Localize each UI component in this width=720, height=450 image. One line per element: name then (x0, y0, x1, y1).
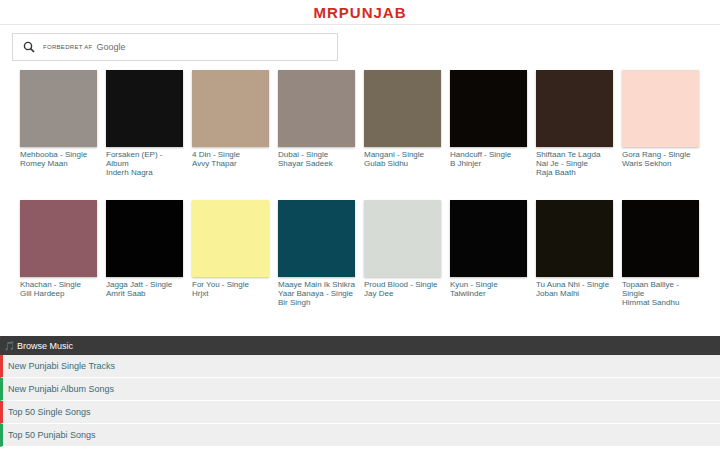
album-title[interactable]: Mehbooba - Single (20, 150, 97, 159)
music-icon: 🎵 (4, 341, 15, 351)
album-cover[interactable] (278, 70, 355, 147)
album-title[interactable]: Kyun - Single (450, 280, 527, 289)
album-title[interactable]: Jagga Jatt - Single (106, 280, 183, 289)
album-artist[interactable]: B Jhinjer (450, 159, 527, 168)
album-title[interactable]: Topaan Balliye - Single (622, 280, 699, 298)
album-cover[interactable] (364, 200, 441, 277)
browse-link-label[interactable]: Top 50 Punjabi Songs (8, 430, 96, 440)
browse-link[interactable]: Top 50 Punjabi Songs (0, 424, 720, 447)
album-grid: Mehbooba - SingleRomey MaanForsaken (EP)… (0, 61, 720, 330)
album-cover[interactable] (536, 200, 613, 277)
browse-link[interactable]: Top 50 Single Songs (0, 401, 720, 424)
site-logo[interactable]: MRPUNJAB (313, 4, 406, 21)
album-artist[interactable]: Raja Baath (536, 168, 613, 177)
album-card[interactable]: Handcuff - SingleB Jhinjer (450, 70, 527, 200)
album-card[interactable]: Proud Blood - SingleJay Dee (364, 200, 441, 330)
album-cover[interactable] (20, 200, 97, 277)
album-cover[interactable] (106, 200, 183, 277)
album-card[interactable]: Maaye Main Ik Shikra Yaar Banaya - Singl… (278, 200, 355, 330)
album-title[interactable]: Maaye Main Ik Shikra Yaar Banaya - Singl… (278, 280, 355, 298)
album-card[interactable]: Kyun - SingleTalwiinder (450, 200, 527, 330)
search-brand: Google (97, 42, 126, 52)
browse-title: Browse Music (17, 341, 73, 351)
album-card[interactable]: 4 Din - SingleAvvy Thapar (192, 70, 269, 200)
album-artist[interactable]: Shayar Sadeek (278, 159, 355, 168)
album-title[interactable]: Tu Auna Nhi - Single (536, 280, 613, 289)
album-cover[interactable] (20, 70, 97, 147)
search-box[interactable]: FORBEDRET AF Google (12, 33, 338, 61)
album-cover[interactable] (364, 70, 441, 147)
album-artist[interactable]: Amrit Saab (106, 289, 183, 298)
album-cover[interactable] (622, 70, 699, 147)
album-card[interactable]: Tu Auna Nhi - SingleJoban Malhi (536, 200, 613, 330)
album-artist[interactable]: Bir Singh (278, 298, 355, 307)
album-cover[interactable] (192, 200, 269, 277)
album-artist[interactable]: Gulab Sidhu (364, 159, 441, 168)
album-card[interactable]: Dubai - SingleShayar Sadeek (278, 70, 355, 200)
album-card[interactable]: Topaan Balliye - SingleHimmat Sandhu (622, 200, 699, 330)
album-title[interactable]: 4 Din - Single (192, 150, 269, 159)
album-title[interactable]: Handcuff - Single (450, 150, 527, 159)
search-icon (23, 41, 35, 53)
album-title[interactable]: Dubai - Single (278, 150, 355, 159)
browse-list: New Punjabi Single Tracks New Punjabi Alb… (0, 355, 720, 447)
album-artist[interactable]: Himmat Sandhu (622, 298, 699, 307)
album-cover[interactable] (622, 200, 699, 277)
browse-link-label[interactable]: New Punjabi Album Songs (8, 384, 114, 394)
album-artist[interactable]: Talwiinder (450, 289, 527, 298)
album-cover[interactable] (450, 200, 527, 277)
album-artist[interactable]: Jay Dee (364, 289, 441, 298)
album-title[interactable]: Mangani - Single (364, 150, 441, 159)
album-title[interactable]: For You - Single (192, 280, 269, 289)
album-card[interactable]: Mehbooba - SingleRomey Maan (20, 70, 97, 200)
album-title[interactable]: Shiftaan Te Lagda Nai Je - Single (536, 150, 613, 168)
album-card[interactable]: Gora Rang - SingleWaris Sekhon (622, 70, 699, 200)
album-card[interactable]: Khachan - SingleGill Hardeep (20, 200, 97, 330)
album-cover[interactable] (106, 70, 183, 147)
album-cover[interactable] (278, 200, 355, 277)
album-artist[interactable]: Avvy Thapar (192, 159, 269, 168)
browse-link[interactable]: New Punjabi Album Songs (0, 378, 720, 401)
album-card[interactable]: Shiftaan Te Lagda Nai Je - SingleRaja Ba… (536, 70, 613, 200)
browse-header: 🎵Browse Music (0, 336, 720, 355)
search-label: FORBEDRET AF (43, 44, 93, 50)
album-title[interactable]: Gora Rang - Single (622, 150, 699, 159)
browse-link-label[interactable]: New Punjabi Single Tracks (8, 361, 115, 371)
site-header: MRPUNJAB (0, 0, 720, 25)
album-artist[interactable]: Romey Maan (20, 159, 97, 168)
album-card[interactable]: For You - SingleHrjxt (192, 200, 269, 330)
album-card[interactable]: Jagga Jatt - SingleAmrit Saab (106, 200, 183, 330)
album-artist[interactable]: Inderh Nagra (106, 168, 183, 177)
browse-link-label[interactable]: Top 50 Single Songs (8, 407, 91, 417)
album-title[interactable]: Proud Blood - Single (364, 280, 441, 289)
album-artist[interactable]: Waris Sekhon (622, 159, 699, 168)
album-title[interactable]: Khachan - Single (20, 280, 97, 289)
browse-link[interactable]: New Punjabi Single Tracks (0, 355, 720, 378)
album-cover[interactable] (450, 70, 527, 147)
album-cover[interactable] (536, 70, 613, 147)
album-card[interactable]: Mangani - SingleGulab Sidhu (364, 70, 441, 200)
album-cover[interactable] (192, 70, 269, 147)
album-artist[interactable]: Hrjxt (192, 289, 269, 298)
album-artist[interactable]: Gill Hardeep (20, 289, 97, 298)
album-card[interactable]: Forsaken (EP) - AlbumInderh Nagra (106, 70, 183, 200)
album-title[interactable]: Forsaken (EP) - Album (106, 150, 183, 168)
album-artist[interactable]: Joban Malhi (536, 289, 613, 298)
